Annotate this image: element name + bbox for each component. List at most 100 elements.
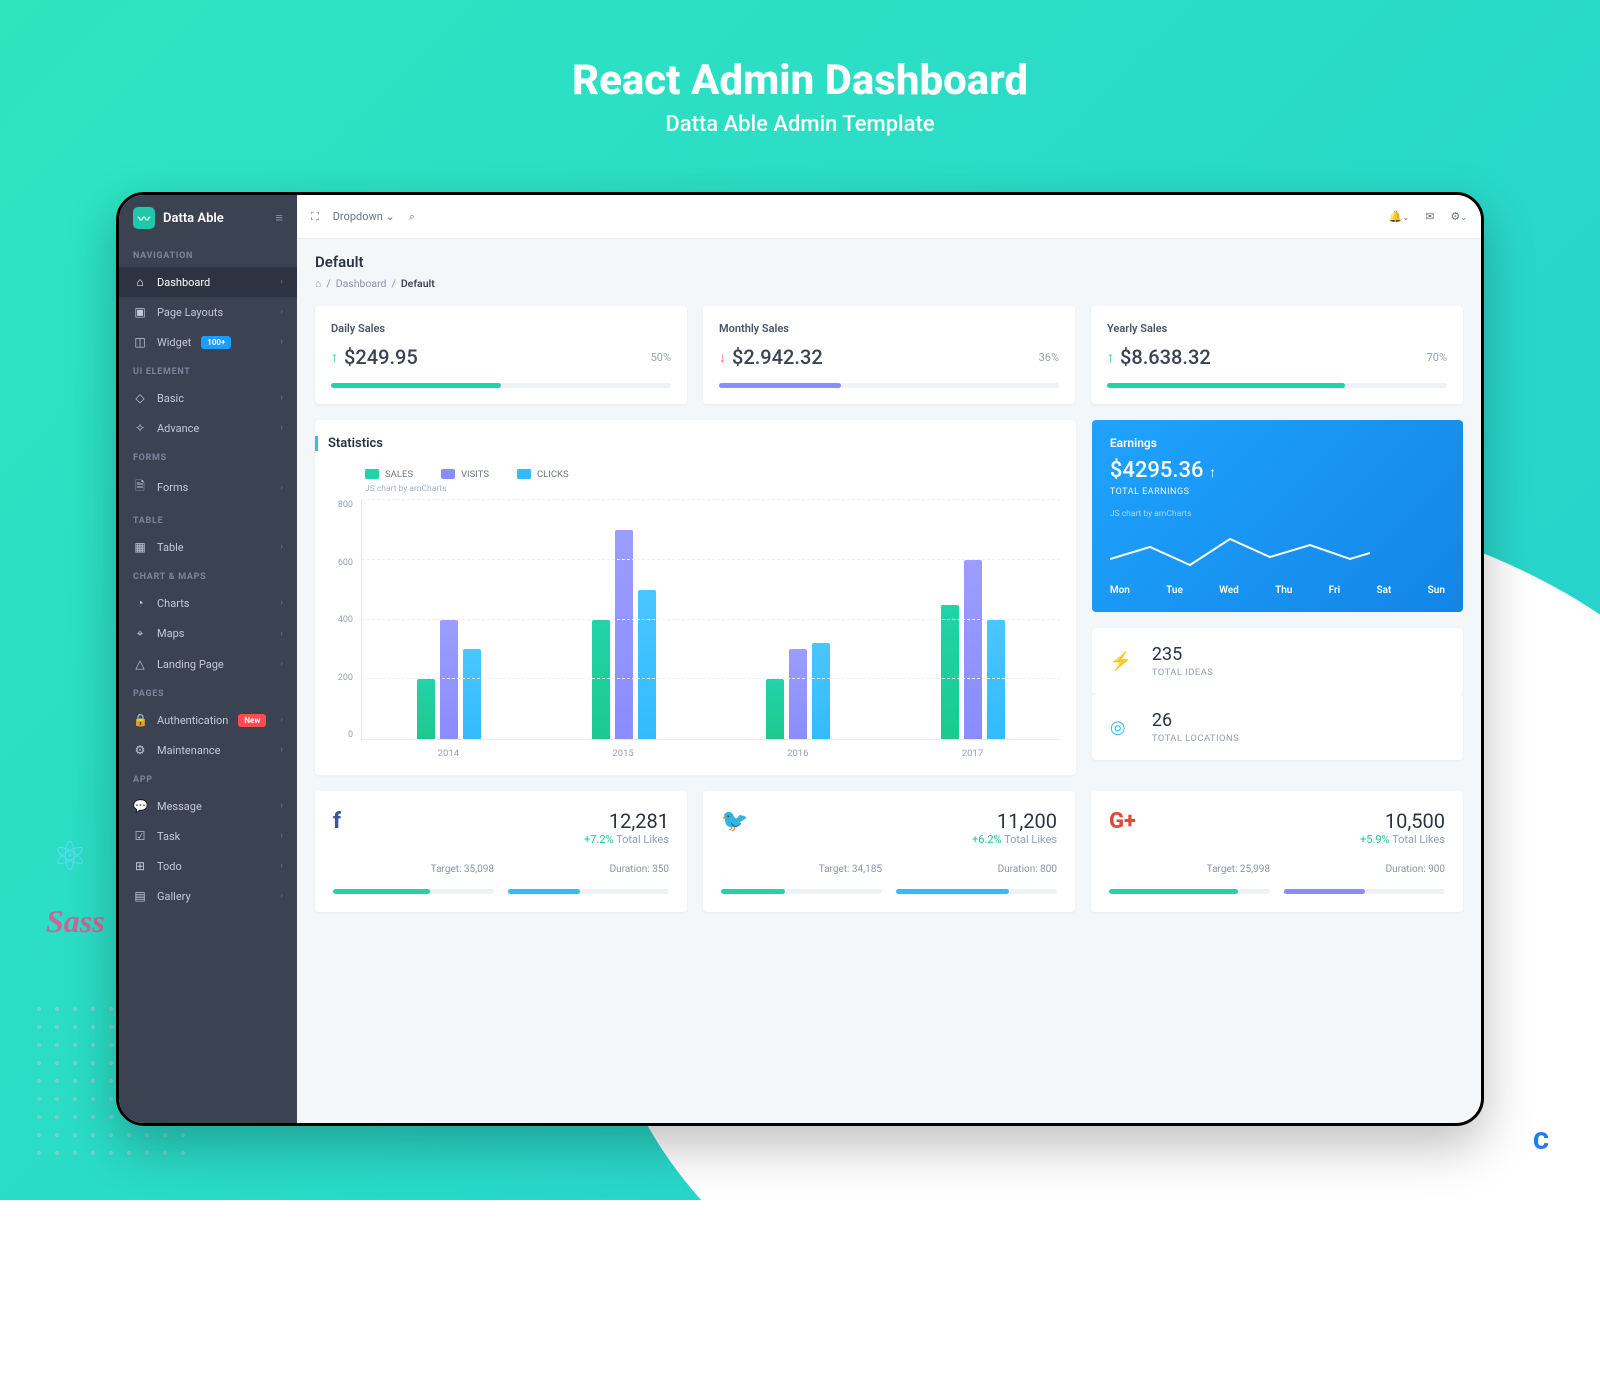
nav-icon: 🗎 — [133, 477, 147, 498]
sass-icon: Sass — [46, 903, 105, 940]
dropdown-label: Dropdown — [333, 210, 383, 223]
kpi-value: $2.942.32 — [732, 345, 823, 369]
kpi-pct: 36% — [1039, 351, 1059, 364]
sidebar-section-header: APP — [119, 765, 297, 791]
social-value: 10,500 — [1360, 809, 1445, 833]
brand-label: Datta Able — [163, 211, 224, 226]
nav-icon: △ — [133, 657, 147, 671]
brand[interactable]: 〰 Datta Able ≡ — [119, 195, 297, 241]
chevron-right-icon: › — [280, 423, 283, 433]
arrow-up-icon: ↑ — [1107, 349, 1114, 366]
sidebar-item-todo[interactable]: ⊞ Todo › — [119, 851, 297, 881]
sidebar-item-basic[interactable]: ◇ Basic › — [119, 383, 297, 413]
sidebar-item-task[interactable]: ☑ Task › — [119, 821, 297, 851]
sidebar-section-header: PAGES — [119, 679, 297, 705]
chevron-right-icon: › — [280, 861, 283, 871]
sidebar-item-charts[interactable]: ◔ Charts › — [119, 588, 297, 618]
duration-label: Duration: 350 — [508, 864, 669, 875]
day-label: Wed — [1219, 585, 1239, 596]
home-icon[interactable]: ⌂ — [315, 277, 321, 290]
kpi-progress — [1107, 383, 1447, 388]
chevron-right-icon: › — [280, 831, 283, 841]
chevron-right-icon: › — [280, 659, 283, 669]
nav-icon: ⚙ — [133, 743, 147, 757]
bar-visits — [789, 649, 807, 739]
sidebar-item-dashboard[interactable]: ⌂ Dashboard › — [119, 267, 297, 297]
day-label: Fri — [1329, 585, 1341, 596]
nav-icon: ◔ — [133, 596, 147, 610]
mini-value: 235 — [1152, 644, 1213, 665]
chevron-right-icon: › — [280, 629, 283, 639]
bar-sales — [941, 605, 959, 739]
brand-badge: C — [1518, 1118, 1564, 1164]
app-window: 〰 Datta Able ≡ NAVIGATION⌂ Dashboard ›▣ … — [116, 192, 1484, 1126]
chevron-right-icon: › — [280, 745, 283, 755]
nav-icon: ◇ — [133, 391, 147, 405]
bell-icon[interactable]: 🔔⌄ — [1389, 210, 1409, 223]
react-icon: ⚛ — [52, 833, 88, 880]
kpi-label: Daily Sales — [331, 322, 671, 335]
nav-label: Charts — [157, 597, 189, 610]
sidebar-item-table[interactable]: ▦ Table › — [119, 532, 297, 562]
social-value: 12,281 — [584, 809, 669, 833]
social-card-fb: f 12,281 +7.2% Total Likes Target: 35,09… — [315, 791, 687, 912]
sidebar-item-message[interactable]: 💬 Message › — [119, 791, 297, 821]
social-sub: +5.9% Total Likes — [1360, 833, 1445, 846]
kpi-progress — [719, 383, 1059, 388]
nav-label: Basic — [157, 392, 184, 405]
sidebar-item-advance[interactable]: ✧ Advance › — [119, 413, 297, 443]
nav-label: Authentication — [157, 714, 228, 727]
sidebar-item-gallery[interactable]: ▤ Gallery › — [119, 881, 297, 911]
nav-icon: ☑ — [133, 829, 147, 843]
chevron-right-icon: › — [280, 483, 283, 493]
kpi-value: $249.95 — [344, 345, 418, 369]
day-label: Sun — [1428, 585, 1445, 596]
x-tick: 2014 — [361, 740, 536, 759]
sidebar-item-maintenance[interactable]: ⚙ Maintenance › — [119, 735, 297, 765]
kpi-progress — [331, 383, 671, 388]
kpi-pct: 70% — [1427, 351, 1447, 364]
mail-icon[interactable]: ✉ — [1425, 210, 1434, 223]
nav-label: Page Layouts — [157, 306, 223, 319]
dropdown-trigger[interactable]: Dropdown ⌄ — [333, 210, 395, 223]
sidebar-item-landing-page[interactable]: △ Landing Page › — [119, 649, 297, 679]
nav-badge: New — [238, 714, 266, 727]
nav-icon: ▦ — [133, 540, 147, 554]
mini-label: TOTAL LOCATIONS — [1152, 733, 1239, 744]
fullscreen-icon[interactable]: ⛶ — [311, 210, 319, 224]
sidebar-item-widget[interactable]: ◫ Widget 100+ › — [119, 327, 297, 357]
target-progress — [333, 889, 494, 894]
settings-icon[interactable]: ⚙⌄ — [1450, 210, 1467, 223]
search-icon[interactable]: ⌕ — [409, 210, 415, 224]
sidebar-item-maps[interactable]: ⌖ Maps › — [119, 618, 297, 649]
nav-label: Advance — [157, 422, 199, 435]
nav-label: Forms — [157, 481, 188, 494]
earnings-note: JS chart by amCharts — [1110, 509, 1445, 519]
x-tick: 2015 — [536, 740, 711, 759]
social-value: 11,200 — [972, 809, 1057, 833]
kpi-card-yearly-sales: Yearly Sales ↑$8.638.32 70% — [1091, 306, 1463, 404]
kpi-label: Yearly Sales — [1107, 322, 1447, 335]
sidebar-toggle-icon[interactable]: ≡ — [275, 210, 283, 226]
nav-label: Table — [157, 541, 184, 554]
topbar: ⛶ Dropdown ⌄ ⌕ 🔔⌄ ✉ ⚙⌄ — [297, 195, 1481, 239]
sidebar-item-page-layouts[interactable]: ▣ Page Layouts › — [119, 297, 297, 327]
nav-label: Widget — [157, 336, 191, 349]
nav-icon: ▤ — [133, 889, 147, 903]
nav-label: Maintenance — [157, 744, 221, 757]
earnings-sparkline — [1110, 529, 1370, 573]
sidebar-item-forms[interactable]: 🗎 Forms › — [119, 469, 297, 506]
crumb-current: Default — [401, 277, 435, 290]
chevron-right-icon: › — [280, 393, 283, 403]
sidebar-item-authentication[interactable]: 🔒 Authentication New › — [119, 705, 297, 735]
bar-clicks — [638, 590, 656, 739]
duration-label: Duration: 900 — [1284, 864, 1445, 875]
crumb-dashboard[interactable]: Dashboard — [336, 277, 387, 290]
nav-icon: 🔒 — [133, 713, 147, 727]
arrow-up-icon: ↑ — [1209, 465, 1216, 481]
bar-group-2016 — [711, 500, 885, 739]
content: Default ⌂ / Dashboard / Default Daily Sa… — [297, 239, 1481, 1123]
bar-clicks — [812, 643, 830, 739]
target-label: Target: 34,185 — [721, 864, 882, 875]
nav-badge: 100+ — [201, 336, 231, 349]
